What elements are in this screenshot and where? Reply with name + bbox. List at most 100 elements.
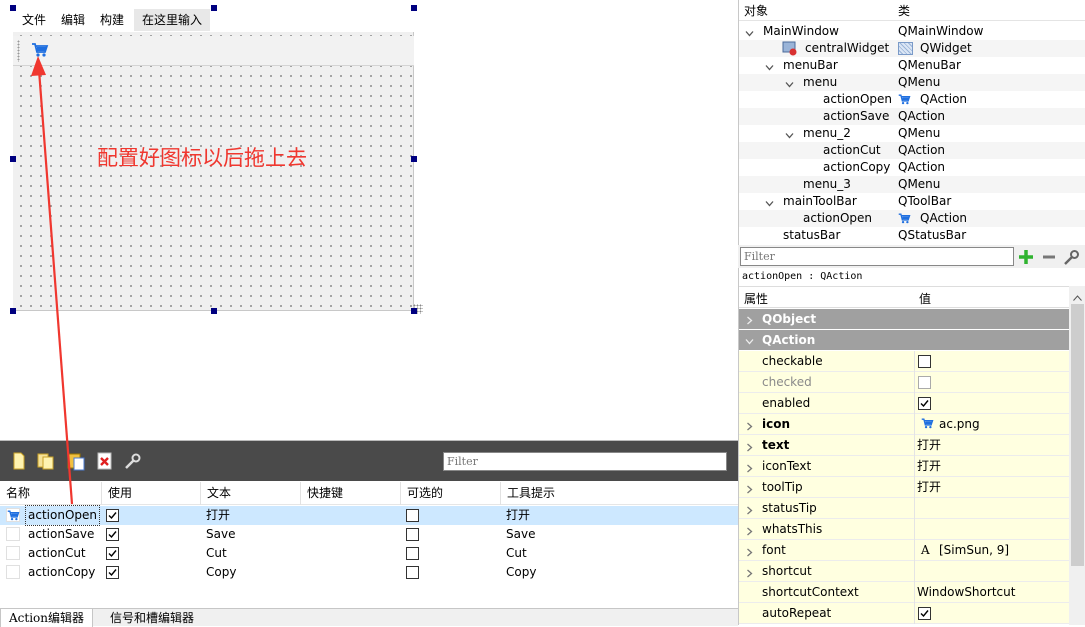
chevron-right-icon[interactable] bbox=[745, 504, 754, 518]
action-row[interactable]: actionCut Cut Cut bbox=[0, 544, 738, 563]
property-checkbox[interactable] bbox=[918, 376, 931, 389]
object-tree-row[interactable]: menu_2 QMenu bbox=[739, 125, 1085, 142]
selection-handle[interactable] bbox=[10, 308, 16, 314]
chevron-right-icon[interactable] bbox=[745, 546, 754, 560]
selection-handle[interactable] bbox=[10, 5, 16, 11]
delete-action-icon[interactable] bbox=[95, 451, 115, 471]
configure-wrench-icon[interactable] bbox=[123, 451, 143, 471]
chevron-right-icon[interactable] bbox=[745, 483, 754, 497]
checkable-checkbox[interactable] bbox=[406, 528, 419, 541]
property-scrollbar[interactable] bbox=[1069, 286, 1085, 625]
object-tree-row[interactable]: actionCopy QAction bbox=[739, 159, 1085, 176]
property-row[interactable]: shortcutContext WindowShortcut bbox=[739, 582, 1069, 603]
property-group[interactable]: QAction bbox=[739, 330, 1069, 350]
property-row[interactable]: font A [SimSun, 9] bbox=[739, 540, 1069, 561]
form-toolbar[interactable] bbox=[13, 36, 414, 66]
property-row[interactable]: whatsThis bbox=[739, 519, 1069, 540]
column-header-used[interactable]: 使用 bbox=[101, 482, 132, 505]
property-row[interactable]: toolTip 打开 bbox=[739, 477, 1069, 498]
scroll-up-icon[interactable] bbox=[1073, 290, 1082, 304]
column-header-name[interactable]: 名称 bbox=[0, 482, 30, 505]
cart-icon[interactable] bbox=[31, 41, 49, 59]
column-header-tooltip[interactable]: 工具提示 bbox=[500, 482, 555, 505]
property-row[interactable]: icon ac.png bbox=[739, 414, 1069, 435]
property-row[interactable]: checked bbox=[739, 372, 1069, 393]
property-value[interactable]: 打开 bbox=[917, 477, 941, 497]
object-tree-row[interactable]: menu QMenu bbox=[739, 74, 1085, 91]
column-header-shortcut[interactable]: 快捷键 bbox=[300, 482, 343, 505]
tab-action-editor[interactable]: Action编辑器 bbox=[0, 609, 94, 627]
selection-handle[interactable] bbox=[411, 308, 417, 314]
action-row[interactable]: actionCopy Copy Copy bbox=[0, 563, 738, 582]
property-row[interactable]: checkable bbox=[739, 351, 1069, 372]
property-value[interactable]: 打开 bbox=[917, 456, 941, 476]
used-checkbox[interactable] bbox=[106, 566, 119, 579]
object-tree-row[interactable]: MainWindow QMainWindow bbox=[739, 23, 1085, 40]
checkable-checkbox[interactable] bbox=[406, 566, 419, 579]
checkable-checkbox[interactable] bbox=[406, 547, 419, 560]
checkable-checkbox[interactable] bbox=[406, 509, 419, 522]
configure-wrench-icon[interactable] bbox=[1063, 248, 1081, 266]
property-row[interactable]: enabled bbox=[739, 393, 1069, 414]
object-tree-row[interactable]: actionOpen QAction bbox=[739, 210, 1085, 227]
column-header-text[interactable]: 文本 bbox=[200, 482, 231, 505]
new-action-icon[interactable] bbox=[9, 451, 29, 471]
chevron-right-icon[interactable] bbox=[745, 441, 754, 455]
chevron-right-icon[interactable] bbox=[745, 567, 754, 581]
selection-handle[interactable] bbox=[10, 156, 16, 162]
action-filter-input[interactable]: Filter bbox=[443, 452, 727, 471]
selection-handle[interactable] bbox=[211, 308, 217, 314]
object-filter-input[interactable]: Filter bbox=[740, 247, 1014, 266]
used-checkbox[interactable] bbox=[106, 509, 119, 522]
selection-handle[interactable] bbox=[411, 5, 417, 11]
property-row[interactable]: shortcut bbox=[739, 561, 1069, 582]
chevron-right-icon[interactable] bbox=[745, 462, 754, 476]
property-value[interactable]: WindowShortcut bbox=[917, 582, 1015, 602]
used-checkbox[interactable] bbox=[106, 547, 119, 560]
object-tree-row[interactable]: menu_3 QMenu bbox=[739, 176, 1085, 193]
object-tree-row[interactable]: actionCut QAction bbox=[739, 142, 1085, 159]
copy-action-icon[interactable] bbox=[36, 451, 56, 471]
object-tree-row[interactable]: mainToolBar QToolBar bbox=[739, 193, 1085, 210]
property-checkbox[interactable] bbox=[918, 397, 931, 410]
selection-handle[interactable] bbox=[211, 5, 217, 11]
menu-edit[interactable]: 编辑 bbox=[52, 9, 91, 31]
property-row[interactable]: iconText 打开 bbox=[739, 456, 1069, 477]
form-menubar[interactable]: 文件 编辑 构建 在这里输入 bbox=[13, 8, 414, 32]
object-tree-row[interactable]: statusBar QStatusBar bbox=[739, 227, 1085, 244]
column-header-checkable[interactable]: 可选的 bbox=[400, 482, 443, 505]
property-value[interactable]: 打开 bbox=[917, 435, 941, 455]
object-tree-row[interactable]: menuBar QMenuBar bbox=[739, 57, 1085, 74]
object-tree-row[interactable]: centralWidget QWidget bbox=[739, 40, 1085, 57]
selection-handle[interactable] bbox=[411, 156, 417, 162]
chevron-right-icon[interactable] bbox=[745, 314, 754, 328]
chevron-down-icon[interactable] bbox=[765, 61, 774, 71]
property-row[interactable]: statusTip bbox=[739, 498, 1069, 519]
menu-type-here[interactable]: 在这里输入 bbox=[134, 9, 211, 31]
add-icon[interactable] bbox=[1017, 248, 1035, 266]
toolbar-grip-icon[interactable] bbox=[17, 40, 20, 62]
scroll-thumb[interactable] bbox=[1071, 304, 1084, 566]
menu-build[interactable]: 构建 bbox=[91, 9, 130, 31]
action-row[interactable]: actionOpen 打开 打开 bbox=[0, 505, 738, 526]
action-row[interactable]: actionSave Save Save bbox=[0, 525, 738, 544]
property-row[interactable]: text 打开 bbox=[739, 435, 1069, 456]
property-value[interactable]: [SimSun, 9] bbox=[939, 540, 1009, 560]
property-row[interactable]: autoRepeat bbox=[739, 603, 1069, 624]
property-checkbox[interactable] bbox=[918, 355, 931, 368]
chevron-down-icon[interactable] bbox=[745, 27, 754, 37]
remove-icon[interactable] bbox=[1040, 248, 1058, 266]
chevron-down-icon[interactable] bbox=[785, 78, 794, 88]
object-tree-row[interactable]: actionSave QAction bbox=[739, 108, 1085, 125]
chevron-down-icon[interactable] bbox=[765, 197, 774, 207]
used-checkbox[interactable] bbox=[106, 528, 119, 541]
property-checkbox[interactable] bbox=[918, 607, 931, 620]
property-value[interactable]: ac.png bbox=[939, 414, 980, 434]
chevron-down-icon[interactable] bbox=[745, 335, 754, 349]
object-tree-row[interactable]: actionOpen QAction bbox=[739, 91, 1085, 108]
chevron-right-icon[interactable] bbox=[745, 420, 754, 434]
property-group[interactable]: QObject bbox=[739, 309, 1069, 329]
chevron-right-icon[interactable] bbox=[745, 525, 754, 539]
chevron-down-icon[interactable] bbox=[785, 129, 794, 139]
menu-file[interactable]: 文件 bbox=[13, 9, 52, 31]
